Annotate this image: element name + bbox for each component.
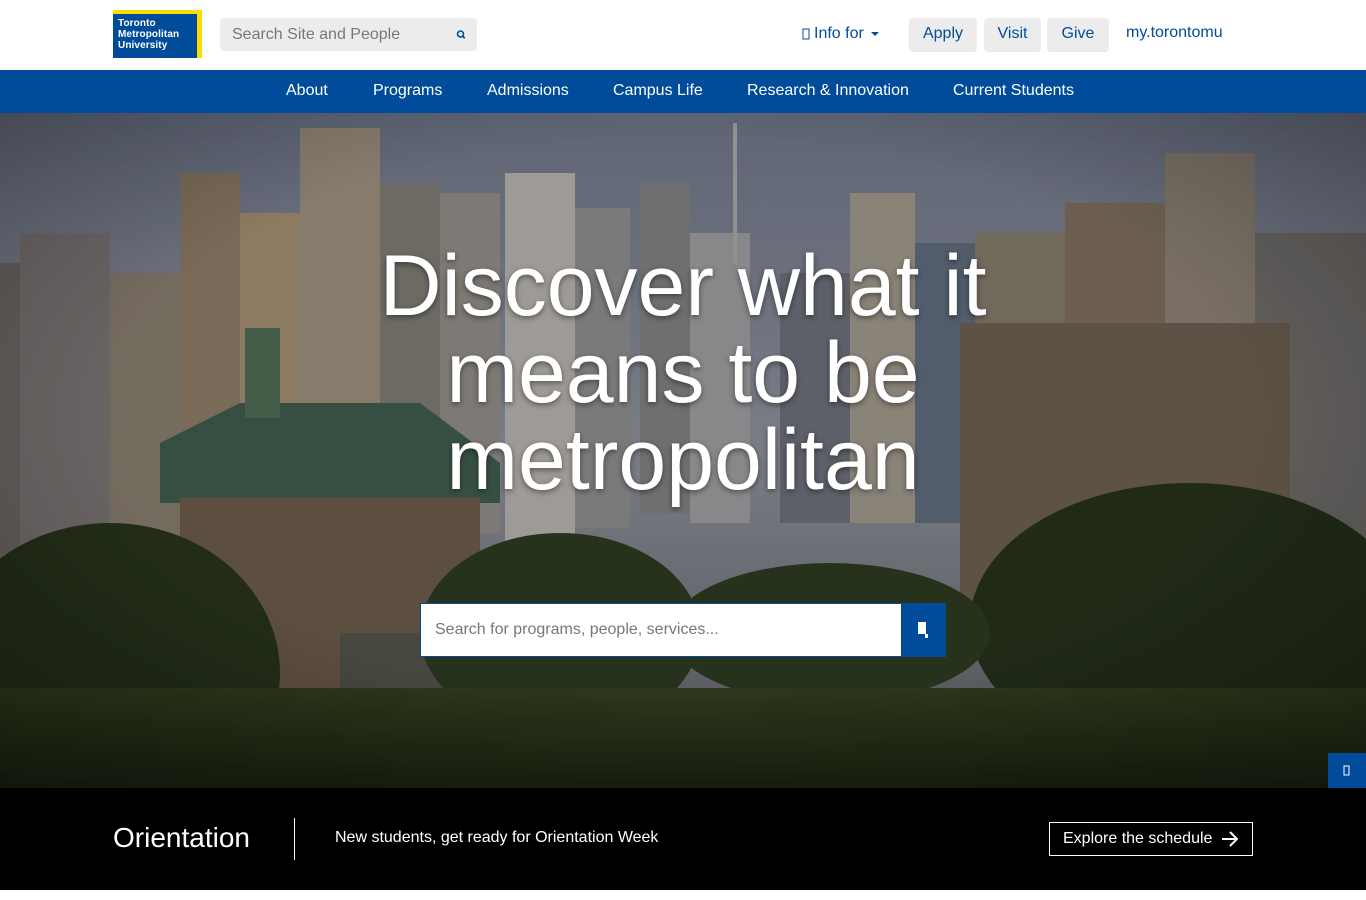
nav-item-about[interactable]: About [286, 82, 328, 100]
arrow-right-icon [1222, 831, 1239, 847]
explore-schedule-label: Explore the schedule [1063, 830, 1213, 847]
nav-item-campus-life[interactable]: Campus Life [613, 82, 703, 100]
feedback-tab[interactable] [1328, 753, 1366, 788]
search-icon [456, 30, 466, 39]
search-icon [917, 622, 928, 638]
feedback-icon [1343, 765, 1350, 775]
my-torontomu-link[interactable]: my.torontomu [1126, 24, 1223, 42]
site-search-box [220, 18, 477, 51]
visit-button[interactable]: Visit [984, 18, 1041, 52]
give-button[interactable]: Give [1047, 18, 1109, 52]
info-for-label: Info for [814, 25, 864, 42]
hero-headline-line-3: metropolitan [446, 412, 920, 508]
site-search-input[interactable] [220, 18, 445, 51]
banner-description: New students, get ready for Orientation … [335, 829, 659, 846]
university-logo[interactable]: Toronto Metropolitan University [113, 10, 202, 58]
explore-schedule-button[interactable]: Explore the schedule [1049, 822, 1253, 856]
logo-line-3: University [118, 40, 168, 51]
banner-title: Orientation [113, 822, 250, 853]
hero-search-button[interactable] [901, 603, 946, 657]
page-bottom-strip [0, 890, 1366, 900]
info-for-dropdown[interactable]: Info for [802, 24, 879, 44]
hero-headline-line-2: means to be [446, 325, 920, 421]
site-header: Toronto Metropolitan University Info for… [0, 0, 1366, 70]
hero-search-input[interactable] [420, 603, 902, 657]
main-navigation: About Programs Admissions Campus Life Re… [0, 70, 1366, 113]
chevron-down-icon [870, 32, 879, 36]
nav-item-current-students[interactable]: Current Students [953, 82, 1074, 100]
hero-headline: Discover what it means to be metropolita… [330, 243, 1036, 504]
logo-line-1: Toronto [118, 18, 156, 29]
nav-item-research-innovation[interactable]: Research & Innovation [747, 82, 909, 100]
orientation-banner: Orientation New students, get ready for … [0, 788, 1366, 890]
banner-divider [294, 818, 295, 860]
nav-item-admissions[interactable]: Admissions [487, 82, 569, 100]
logo-line-2: Metropolitan [118, 29, 180, 40]
hero-section: Discover what it means to be metropolita… [0, 113, 1366, 788]
hero-search-box [420, 603, 946, 657]
logo-wordmark: Toronto Metropolitan University [118, 18, 179, 51]
apply-button[interactable]: Apply [909, 18, 977, 52]
info-icon [802, 28, 810, 40]
hero-headline-line-1: Discover what it [379, 238, 987, 334]
site-search-button[interactable] [453, 26, 471, 44]
nav-item-programs[interactable]: Programs [373, 82, 442, 100]
